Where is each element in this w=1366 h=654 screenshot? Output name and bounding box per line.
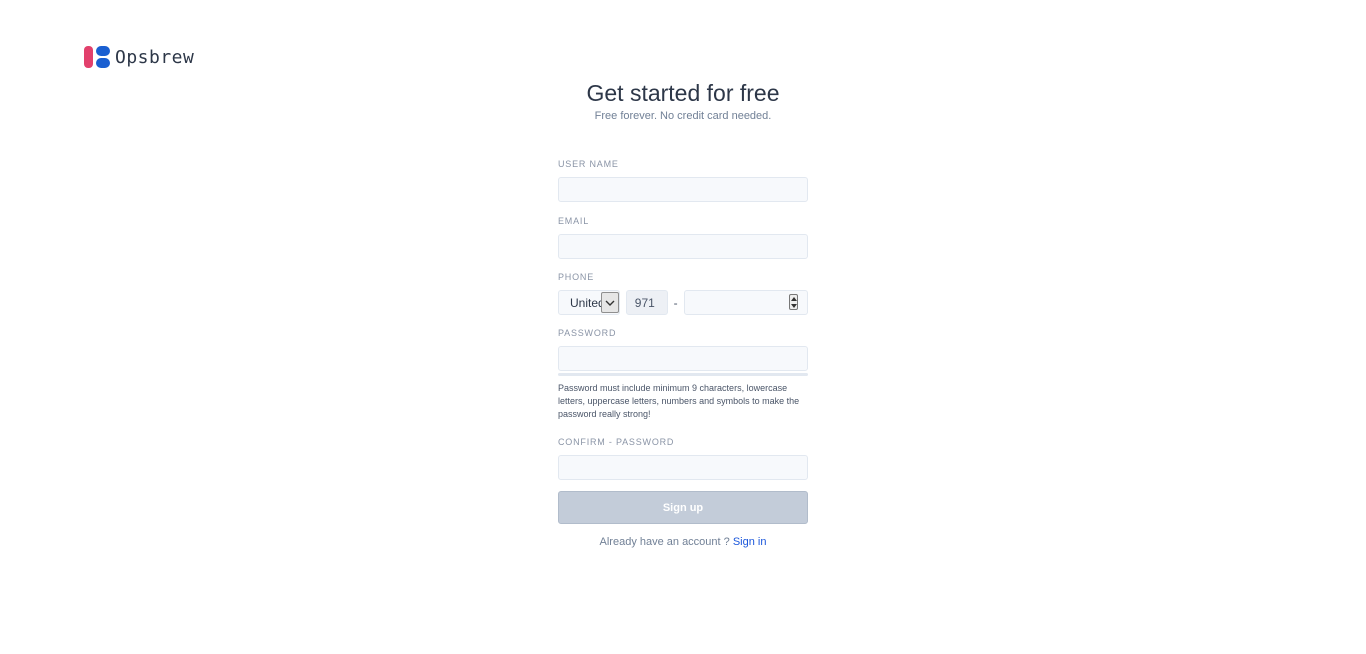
password-label: PASSWORD xyxy=(558,328,617,338)
password-strength-meter xyxy=(558,373,808,376)
chevron-down-icon[interactable] xyxy=(600,292,619,313)
page-title: Get started for free xyxy=(586,80,780,106)
country-select-value: United xyxy=(570,295,605,310)
password-hint: Password must include minimum 9 characte… xyxy=(558,383,800,419)
email-input[interactable] xyxy=(558,234,808,259)
username-input[interactable] xyxy=(558,177,808,202)
signin-prompt: Already have an account ? Sign in xyxy=(0,536,1366,548)
confirm-password-label: CONFIRM - PASSWORD xyxy=(558,437,675,447)
brand-logo[interactable]: Opsbrew xyxy=(84,46,194,68)
username-label: USER NAME xyxy=(558,159,619,169)
page-subtitle: Free forever. No credit card needed. xyxy=(594,110,772,122)
number-spinner-icon[interactable] xyxy=(789,294,798,310)
logo-mark-icon xyxy=(84,46,110,68)
brand-name: Opsbrew xyxy=(115,46,195,68)
country-code: 971 xyxy=(625,290,668,315)
phone-row: United 971 - xyxy=(558,290,808,315)
phone-separator: - xyxy=(673,295,678,310)
country-select[interactable]: United xyxy=(558,290,620,315)
signin-prompt-text: Already have an account ? xyxy=(599,536,730,548)
phone-label: PHONE xyxy=(558,272,595,282)
email-label: EMAIL xyxy=(558,216,590,226)
confirm-password-input[interactable] xyxy=(558,455,808,480)
phone-number-input[interactable] xyxy=(683,290,808,315)
signup-form: USER NAME EMAIL PHONE United 971 - PASSW… xyxy=(558,159,808,524)
sign-up-button[interactable]: Sign up xyxy=(558,491,808,524)
sign-in-link[interactable]: Sign in xyxy=(733,536,767,548)
password-input[interactable] xyxy=(558,346,808,371)
